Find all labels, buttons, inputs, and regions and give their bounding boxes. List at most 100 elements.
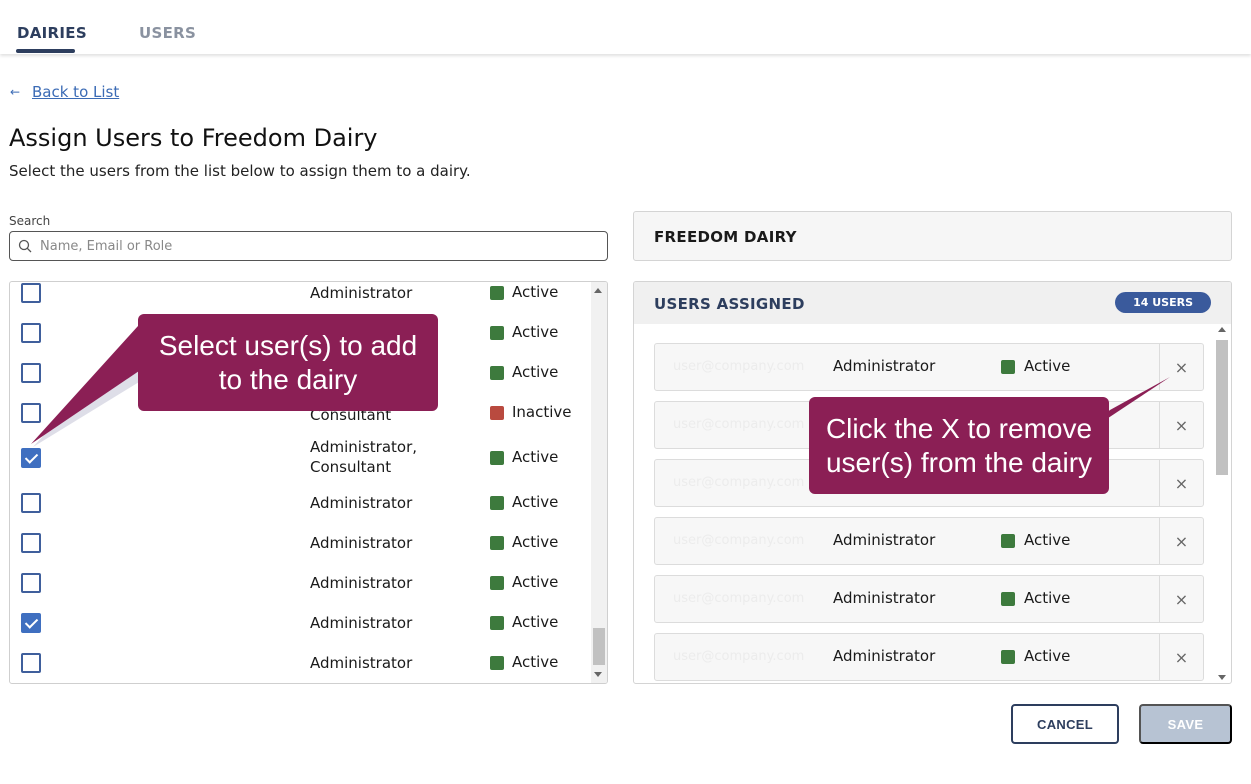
status-indicator: [1001, 534, 1015, 548]
list-item[interactable]: Administrator Active: [10, 492, 590, 532]
user-status: Active: [512, 533, 559, 551]
user-role: Administrator: [833, 589, 936, 607]
callout-line: Click the X to remove: [825, 412, 1093, 444]
user-role: Administrator: [310, 574, 413, 592]
user-role: Administrator: [310, 654, 413, 672]
user-checkbox[interactable]: [21, 403, 41, 423]
close-icon: ×: [1174, 647, 1189, 667]
scroll-thumb[interactable]: [593, 628, 605, 665]
user-checkbox[interactable]: [21, 493, 41, 513]
user-email: user@company.com: [673, 649, 805, 664]
status-indicator: [490, 406, 504, 420]
user-status: Active: [512, 573, 559, 591]
assigned-scrollbar[interactable]: [1216, 326, 1228, 682]
user-status: Active: [512, 653, 559, 671]
page-subtitle: Select the users from the list below to …: [9, 162, 471, 180]
user-role-line2: Consultant: [310, 458, 392, 476]
status-indicator: [490, 366, 504, 380]
close-icon: ×: [1174, 473, 1189, 493]
user-role: Administrator: [310, 614, 413, 632]
list-item[interactable]: Administrator Active: [10, 612, 590, 652]
user-status: Active: [512, 323, 559, 341]
user-status: Inactive: [512, 403, 572, 421]
close-icon: ×: [1174, 415, 1189, 435]
callout-line: to the dairy: [218, 363, 358, 395]
status-indicator: [1001, 360, 1015, 374]
save-button[interactable]: SAVE: [1139, 704, 1232, 744]
close-icon: ×: [1174, 357, 1189, 377]
user-checkbox[interactable]: [21, 283, 41, 303]
user-role: Administrator: [310, 494, 413, 512]
close-icon: ×: [1174, 531, 1189, 551]
user-email: user@company.com: [673, 533, 805, 548]
user-role: Administrator: [310, 534, 413, 552]
scroll-thumb[interactable]: [1216, 340, 1228, 475]
user-role: Administrator: [833, 531, 936, 549]
status-indicator: [490, 496, 504, 510]
user-checkbox[interactable]: [21, 533, 41, 553]
list-item[interactable]: Administrator Active: [10, 652, 590, 683]
remove-user-button[interactable]: ×: [1159, 634, 1203, 680]
assigned-header: USERS ASSIGNED 14 USERS: [634, 282, 1231, 324]
tab-users[interactable]: USERS: [139, 24, 196, 42]
user-checkbox-checked[interactable]: [21, 613, 41, 633]
search-input[interactable]: [40, 238, 600, 254]
status-indicator: [490, 326, 504, 340]
remove-user-button[interactable]: ×: [1159, 518, 1203, 564]
user-status: Active: [1024, 357, 1071, 375]
list-item[interactable]: Administrator Active: [10, 572, 590, 612]
back-link-label: Back to List: [32, 83, 120, 101]
list-scrollbar[interactable]: [591, 282, 607, 683]
user-status: Active: [512, 363, 559, 381]
user-status: Active: [512, 448, 559, 466]
back-arrow-icon: ←: [10, 85, 21, 99]
select-users-callout: Select user(s) to add to the dairy: [138, 314, 438, 411]
status-indicator: [490, 616, 504, 630]
user-status: Active: [512, 283, 559, 301]
status-indicator: [490, 536, 504, 550]
status-indicator: [490, 286, 504, 300]
user-email: user@company.com: [673, 359, 805, 374]
user-checkbox[interactable]: [21, 573, 41, 593]
close-icon: ×: [1174, 589, 1189, 609]
tab-dairies[interactable]: DAIRIES: [17, 24, 87, 42]
status-indicator: [490, 451, 504, 465]
remove-users-callout: Click the X to remove user(s) from the d…: [809, 397, 1109, 494]
user-checkbox-checked[interactable]: [21, 448, 41, 468]
user-status: Active: [512, 613, 559, 631]
dairy-panel: FREEDOM DAIRY: [633, 211, 1232, 261]
user-role: Administrator,: [310, 438, 418, 456]
user-checkbox[interactable]: [21, 653, 41, 673]
user-role: Administrator: [833, 357, 936, 375]
user-count-badge: 14 USERS: [1115, 292, 1211, 313]
remove-user-button[interactable]: ×: [1159, 460, 1203, 506]
user-role: Administrator: [310, 284, 413, 302]
scroll-down-arrow-icon[interactable]: [594, 672, 602, 677]
user-email: user@company.com: [673, 591, 805, 606]
callout-line: user(s) from the dairy: [825, 446, 1093, 478]
active-tab-indicator: [16, 49, 75, 53]
user-checkbox[interactable]: [21, 363, 41, 383]
scroll-down-arrow-icon[interactable]: [1218, 675, 1226, 680]
dairy-name: FREEDOM DAIRY: [654, 228, 797, 246]
status-indicator: [1001, 650, 1015, 664]
cancel-button[interactable]: CANCEL: [1011, 704, 1119, 744]
assigned-user-row: user@company.com Administrator Active ×: [654, 343, 1204, 391]
list-item[interactable]: Administrator Active: [10, 532, 590, 572]
callout-line: Select user(s) to add: [158, 329, 418, 361]
search-field[interactable]: [9, 231, 608, 261]
user-status: Active: [512, 493, 559, 511]
remove-user-button[interactable]: ×: [1159, 344, 1203, 390]
scroll-up-arrow-icon[interactable]: [1218, 327, 1226, 332]
remove-user-button[interactable]: ×: [1159, 576, 1203, 622]
user-status: Active: [1024, 589, 1071, 607]
back-to-list-link[interactable]: ← Back to List: [10, 83, 119, 101]
remove-user-button[interactable]: ×: [1159, 402, 1203, 448]
scroll-up-arrow-icon[interactable]: [594, 288, 602, 293]
page-title: Assign Users to Freedom Dairy: [9, 124, 378, 152]
search-icon: [18, 239, 32, 253]
list-item[interactable]: Administrator, Consultant Active: [10, 437, 590, 487]
user-checkbox[interactable]: [21, 323, 41, 343]
assigned-title: USERS ASSIGNED: [654, 295, 805, 313]
user-email: user@company.com: [673, 475, 805, 490]
